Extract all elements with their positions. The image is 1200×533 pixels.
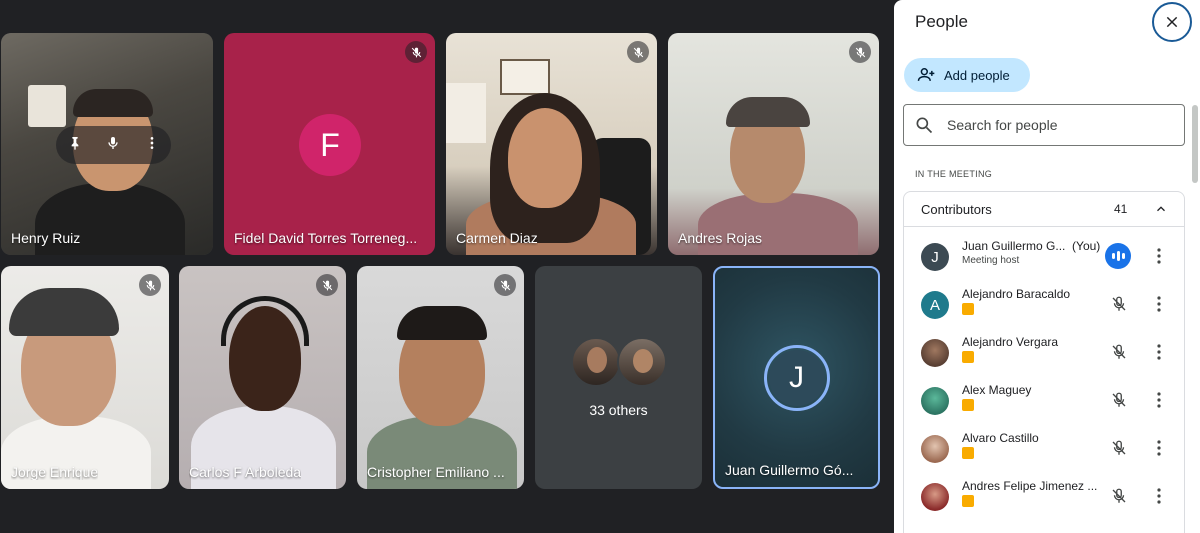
participant-name: Alejandro Baracaldo	[962, 287, 1071, 301]
participant-name: Andres Felipe Jimenez ...	[962, 479, 1098, 493]
person-add-icon	[917, 68, 935, 81]
guest-badge-icon	[962, 399, 974, 411]
search-input[interactable]	[947, 117, 1167, 133]
mic-off-icon	[1112, 344, 1126, 359]
guest-badge-icon	[962, 303, 974, 315]
participant-row[interactable]: J Juan Guillermo G... (You) Meeting host	[904, 235, 1184, 283]
search-field[interactable]	[903, 104, 1185, 146]
mic-off-icon	[494, 274, 516, 296]
avatar	[921, 483, 949, 511]
mic-off-icon	[139, 274, 161, 296]
mic-off-icon	[1112, 296, 1126, 311]
participant-tile-andres-rojas[interactable]: Andres Rojas	[668, 33, 879, 255]
guest-badge-icon	[962, 447, 974, 459]
more-vert-icon[interactable]	[1155, 343, 1163, 361]
participant-row[interactable]: Andres Felipe Jimenez ...	[904, 475, 1184, 523]
avatar	[571, 337, 621, 387]
mic-off-icon	[627, 41, 649, 63]
mic-icon[interactable]	[105, 135, 121, 156]
guest-badge-icon	[962, 495, 974, 507]
participant-tile-cristopher[interactable]: Cristopher Emiliano ...	[357, 266, 524, 489]
participant-name: Juan Guillermo G... (You)	[962, 239, 1101, 253]
participant-name: Henry Ruiz	[11, 230, 81, 246]
participant-name: Juan Guillermo Gó...	[725, 462, 854, 478]
mic-off-icon	[316, 274, 338, 296]
avatar	[617, 337, 667, 387]
more-vert-icon[interactable]	[1155, 391, 1163, 409]
participant-tile-henry-ruiz[interactable]: Henry Ruiz	[1, 33, 213, 255]
search-icon	[916, 117, 933, 134]
group-title: Contributors	[921, 202, 992, 217]
speaking-ring: J	[763, 344, 830, 411]
you-label: (You)	[1072, 239, 1101, 253]
avatar	[921, 387, 949, 415]
video-grid: Henry Ruiz F Fidel David Torres Torreneg…	[0, 0, 893, 533]
participant-name: Alejandro Vergara	[962, 335, 1059, 349]
mic-off-icon	[405, 41, 427, 63]
avatar	[921, 435, 949, 463]
more-vert-icon[interactable]	[1155, 247, 1163, 265]
participant-name: Cristopher Emiliano ...	[367, 464, 505, 480]
participant-tile-self[interactable]: J Juan Guillermo Gó...	[713, 266, 880, 489]
participant-row[interactable]: Alvaro Castillo	[904, 427, 1184, 475]
more-vert-icon[interactable]	[1155, 439, 1163, 457]
mic-off-icon	[1112, 440, 1126, 455]
section-label: IN THE MEETING	[915, 169, 993, 179]
participant-name: Alvaro Castillo	[962, 431, 1039, 445]
participant-tile-carlos-arboleda[interactable]: Carlos F Arboleda	[179, 266, 346, 489]
speaking-indicator-icon	[1105, 243, 1131, 269]
pin-icon[interactable]	[67, 135, 83, 156]
participant-name: Andres Rojas	[678, 230, 763, 246]
add-people-button[interactable]: Add people	[904, 58, 1030, 92]
video-feed	[668, 33, 879, 255]
close-button[interactable]	[1152, 2, 1192, 42]
others-tile[interactable]: 33 others	[535, 266, 702, 489]
participant-tile-fidel[interactable]: F Fidel David Torres Torreneg...	[224, 33, 435, 255]
mic-off-icon	[1112, 488, 1126, 503]
avatar: F	[299, 114, 361, 176]
tile-hover-controls	[56, 126, 171, 164]
participant-name: Alex Maguey	[962, 383, 1032, 397]
avatar	[921, 339, 949, 367]
avatar: J	[768, 349, 825, 406]
contributors-header[interactable]: Contributors 41	[904, 192, 1184, 227]
add-people-label: Add people	[944, 67, 1010, 83]
group-count: 41	[1114, 202, 1128, 216]
video-feed	[179, 266, 346, 489]
guest-badge-icon	[962, 351, 974, 363]
chevron-up-icon[interactable]	[1154, 202, 1168, 216]
participant-name: Jorge Enrique	[11, 464, 99, 480]
participant-tile-jorge-enrique[interactable]: Jorge Enrique	[1, 266, 169, 489]
participant-row[interactable]: A Alejandro Baracaldo	[904, 283, 1184, 331]
contributors-group: Contributors 41 J Juan Guillermo G... (Y…	[903, 191, 1185, 533]
scrollbar[interactable]	[1192, 105, 1198, 183]
video-feed	[357, 266, 524, 489]
mic-off-icon	[849, 41, 871, 63]
avatar: J	[921, 243, 949, 271]
panel-title: People	[915, 12, 968, 31]
more-vert-icon[interactable]	[1155, 487, 1163, 505]
avatar: A	[921, 291, 949, 319]
others-count: 33 others	[589, 402, 648, 418]
close-icon	[1166, 16, 1178, 28]
video-feed	[446, 33, 657, 255]
participant-name: Carlos F Arboleda	[189, 464, 302, 480]
more-vert-icon[interactable]	[144, 135, 160, 156]
participant-role: Meeting host	[962, 255, 1020, 266]
participant-row[interactable]: Alejandro Vergara	[904, 331, 1184, 379]
participant-name: Fidel David Torres Torreneg...	[234, 230, 418, 246]
mic-off-icon	[1112, 392, 1126, 407]
participant-tile-carmen-diaz[interactable]: Carmen Diaz	[446, 33, 657, 255]
people-panel: People Add people IN THE MEETING Contrib…	[894, 0, 1200, 533]
more-vert-icon[interactable]	[1155, 295, 1163, 313]
participant-row[interactable]: Alex Maguey	[904, 379, 1184, 427]
others-avatars	[571, 337, 667, 387]
video-feed	[1, 266, 169, 489]
participant-name: Carmen Diaz	[456, 230, 538, 246]
